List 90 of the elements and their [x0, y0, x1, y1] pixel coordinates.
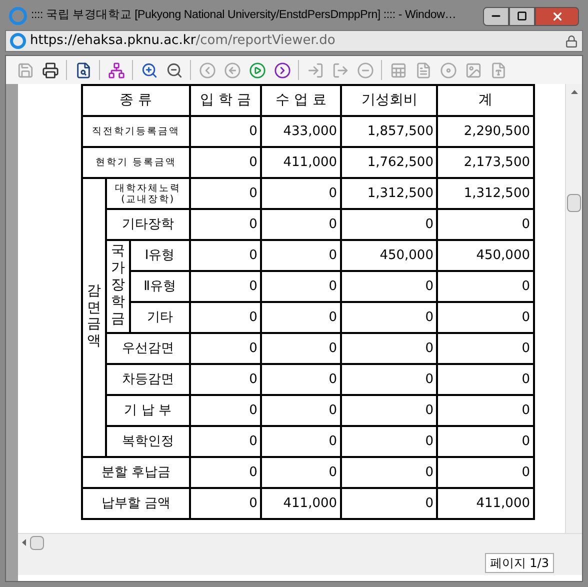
table-cell: 0 [437, 333, 534, 364]
table-cell: 기 납 부 [106, 395, 190, 426]
table-cell: 0 [437, 426, 534, 457]
scrollbar-thumb[interactable] [567, 194, 581, 212]
table-cell: 0 [341, 395, 438, 426]
table-cell: 0 [190, 271, 262, 302]
table-cell: 0 [341, 364, 438, 395]
table-cell: 0 [341, 209, 438, 240]
table-cell: Ⅱ유형 [130, 271, 190, 302]
table-cell: 0 [261, 364, 342, 395]
scrollbar-thumb[interactable] [30, 536, 44, 550]
table-cell: 0 [437, 209, 534, 240]
table-cell: 분할 후납금 [82, 457, 190, 488]
table-cell: 기타장학 [106, 209, 190, 240]
table-cell: 433,000 [261, 116, 342, 147]
page-icon [10, 33, 26, 49]
table-cell: 2,290,500 [437, 116, 534, 147]
table-cell: 0 [341, 302, 438, 333]
table-cell: 0 [190, 488, 262, 519]
table-cell: 0 [437, 302, 534, 333]
table-cell: 1,312,500 [437, 178, 534, 209]
page-indicator: 페이지 1/3 [484, 553, 554, 573]
table-cell: 0 [190, 178, 262, 209]
table-cell: 450,000 [341, 240, 438, 271]
table-cell: 0 [190, 240, 262, 271]
table-cell: 1,857,500 [341, 116, 438, 147]
vertical-scrollbar[interactable] [565, 84, 582, 533]
table-cell: 0 [341, 333, 438, 364]
table-cell: 감면금액 [82, 178, 106, 457]
maximize-icon [517, 11, 527, 21]
table-cell: 0 [437, 271, 534, 302]
table-cell: 0 [190, 302, 262, 333]
table-cell: 0 [190, 333, 262, 364]
column-header: 계 [437, 85, 534, 116]
scroll-left-arrow-icon[interactable] [22, 539, 26, 546]
column-header: 기성회비 [341, 85, 438, 116]
table-cell: 0 [341, 271, 438, 302]
table-cell: 1,762,500 [341, 147, 438, 178]
table-cell: 직전학기등록금액 [82, 116, 190, 147]
table-cell: 450,000 [437, 240, 534, 271]
horizontal-scrollbar[interactable] [18, 533, 582, 551]
maximize-button[interactable] [509, 6, 535, 26]
table-cell: 0 [190, 364, 262, 395]
table-cell: 0 [437, 457, 534, 488]
close-button[interactable] [535, 6, 579, 26]
column-header: 종 류 [82, 85, 190, 116]
close-icon [550, 10, 564, 22]
table-cell: 0 [261, 178, 342, 209]
table-cell: 0 [261, 395, 342, 426]
table-cell: 우선감면 [106, 333, 190, 364]
table-cell: 0 [437, 364, 534, 395]
table-cell: 1,312,500 [341, 178, 438, 209]
table-cell: 기타 [130, 302, 190, 333]
table-cell: 0 [261, 333, 342, 364]
table-cell: 0 [341, 457, 438, 488]
lock-icon [565, 34, 578, 48]
table-cell: 대학자체노력 (교내장학) [106, 178, 190, 209]
table-cell: 0 [261, 457, 342, 488]
table-cell: 차등감면 [106, 364, 190, 395]
table-cell: Ⅰ유형 [130, 240, 190, 271]
table-cell: 0 [261, 209, 342, 240]
table-cell: 0 [190, 147, 262, 178]
table-cell: 0 [261, 271, 342, 302]
window-title: :::: 국립 부경대학교 [Pukyong National University/EnstdPersDmppPrn] :::: - Window… [31, 8, 457, 24]
column-header: 수 업 료 [261, 85, 342, 116]
table-cell: 0 [437, 395, 534, 426]
table-cell: 0 [190, 457, 262, 488]
table-cell: 0 [190, 426, 262, 457]
table-cell: 복학인정 [106, 426, 190, 457]
table-cell: 0 [261, 302, 342, 333]
browser-logo-icon [9, 7, 27, 25]
column-header: 입 학 금 [190, 85, 262, 116]
table-cell: 0 [190, 395, 262, 426]
table-cell: 국가장학금 [106, 240, 130, 333]
table-cell: 411,000 [437, 488, 534, 519]
table-cell: 0 [261, 240, 342, 271]
table-cell: 0 [261, 426, 342, 457]
table-cell: 2,173,500 [437, 147, 534, 178]
scroll-up-arrow-icon[interactable] [570, 90, 578, 94]
table-cell: 411,000 [261, 488, 342, 519]
url-text: https://ehaksa.pknu.ac.kr/com/reportViewer.do [30, 32, 336, 50]
table-cell: 현학기 등록금액 [82, 147, 190, 178]
table-cell: 납부할 금액 [82, 488, 190, 519]
table-cell: 0 [190, 116, 262, 147]
table-cell: 0 [341, 426, 438, 457]
table-cell: 0 [190, 209, 262, 240]
minimize-button[interactable] [483, 6, 509, 26]
table-cell: 0 [341, 488, 438, 519]
table-cell: 411,000 [261, 147, 342, 178]
address-bar[interactable]: https://ehaksa.pknu.ac.kr/com/reportViewer.do [5, 30, 583, 52]
